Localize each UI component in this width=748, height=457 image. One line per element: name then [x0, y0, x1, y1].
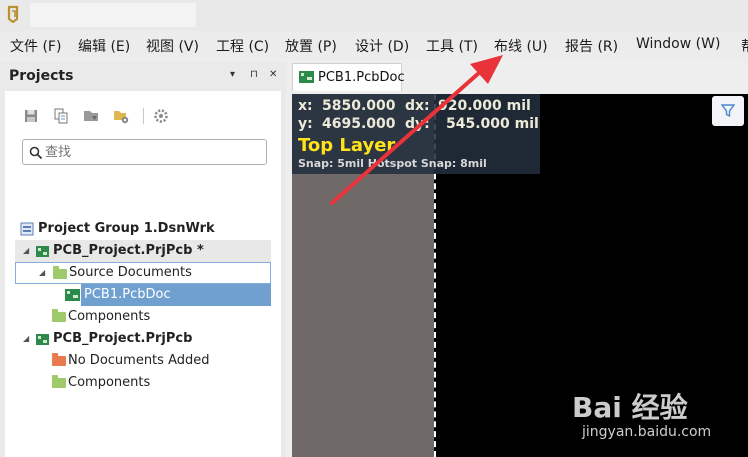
red-arrow-annotation: [330, 55, 503, 205]
arrow-shaft: [330, 70, 482, 205]
arrow-head: [470, 55, 503, 84]
